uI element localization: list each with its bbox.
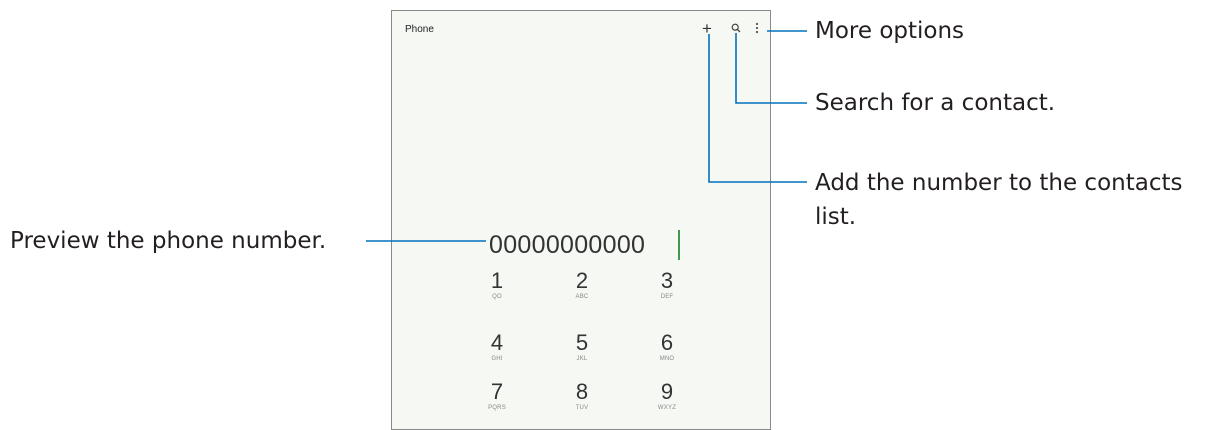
callout-add-number-line1: Add the number to the contacts — [815, 170, 1183, 196]
callout-add-number-line2: list. — [815, 204, 857, 230]
search-callout-line — [735, 33, 807, 104]
callout-preview-number: Preview the phone number. — [10, 228, 327, 254]
callout-search: Search for a contact. — [815, 90, 1056, 116]
callout-more-options: More options — [815, 18, 965, 44]
add-number-callout-line — [708, 34, 807, 183]
callout-lines — [366, 30, 807, 242]
